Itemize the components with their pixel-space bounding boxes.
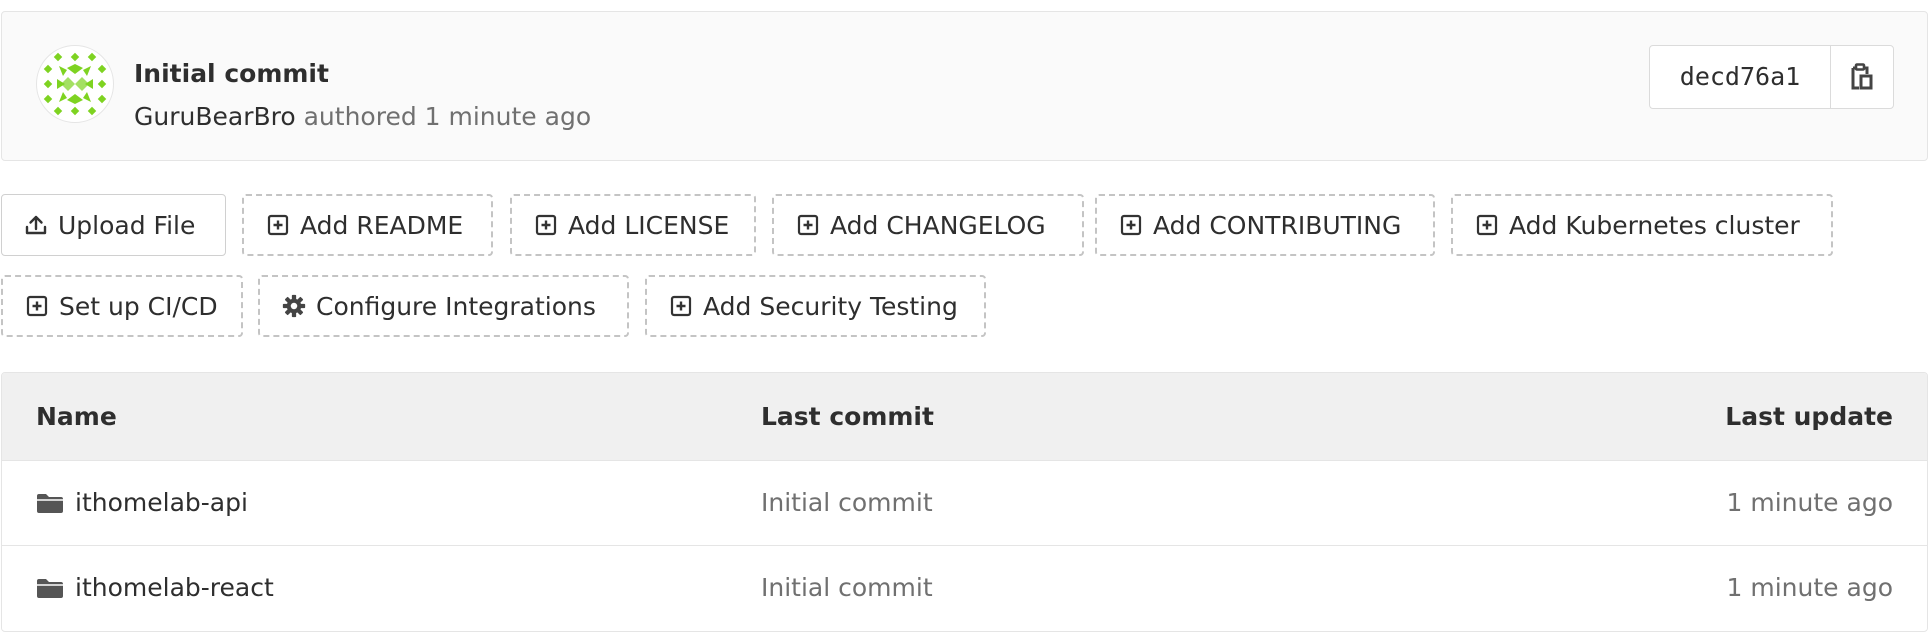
commit-title-link[interactable]: Initial commit [134, 59, 329, 88]
plus-square-icon [1119, 213, 1143, 237]
clipboard-icon [1851, 63, 1873, 90]
header-last-update: Last update [1725, 402, 1893, 431]
add-kubernetes-cluster-button[interactable]: Add Kubernetes cluster [1451, 194, 1833, 256]
gear-icon [282, 294, 306, 318]
file-tree-table: Name Last commit Last update ithomelab-a… [1, 372, 1928, 632]
last-commit-link[interactable]: Initial commit [761, 461, 933, 545]
upload-icon [24, 213, 48, 237]
add-changelog-button[interactable]: Add CHANGELOG [772, 194, 1084, 256]
table-row[interactable]: ithomelab-react Initial commit 1 minute … [2, 546, 1927, 630]
commit-meta: GuruBearBro authored 1 minute ago [134, 102, 591, 131]
author-avatar[interactable] [36, 45, 114, 123]
last-commit-link[interactable]: Initial commit [761, 546, 933, 630]
header-name: Name [36, 402, 117, 431]
add-license-label: Add LICENSE [568, 210, 730, 240]
setup-cicd-button[interactable]: Set up CI/CD [1, 275, 243, 337]
folder-icon [36, 577, 64, 599]
identicon-icon [43, 52, 107, 116]
table-row[interactable]: ithomelab-api Initial commit 1 minute ag… [2, 461, 1927, 546]
add-contributing-label: Add CONTRIBUTING [1153, 210, 1402, 240]
setup-cicd-label: Set up CI/CD [59, 291, 218, 321]
add-security-testing-button[interactable]: Add Security Testing [645, 275, 986, 337]
folder-icon [36, 492, 64, 514]
commit-sha-label[interactable]: decd76a1 [1650, 46, 1831, 108]
header-last-commit: Last commit [761, 402, 934, 431]
commit-time: 1 minute ago [424, 102, 592, 131]
add-license-button[interactable]: Add LICENSE [510, 194, 756, 256]
plus-square-icon [796, 213, 820, 237]
plus-square-icon [669, 294, 693, 318]
add-kubernetes-cluster-label: Add Kubernetes cluster [1509, 210, 1800, 240]
file-name-cell[interactable]: ithomelab-react [36, 546, 274, 630]
plus-square-icon [534, 213, 558, 237]
file-name-link[interactable]: ithomelab-react [75, 546, 274, 630]
plus-square-icon [266, 213, 290, 237]
last-update-time: 1 minute ago [1726, 573, 1893, 602]
table-header: Name Last commit Last update [2, 373, 1927, 461]
authored-label: authored [303, 102, 417, 131]
file-name-cell[interactable]: ithomelab-api [36, 461, 248, 545]
commit-sha-group: decd76a1 [1649, 45, 1894, 109]
configure-integrations-label: Configure Integrations [316, 291, 596, 321]
add-changelog-label: Add CHANGELOG [830, 210, 1046, 240]
file-name-link[interactable]: ithomelab-api [75, 461, 248, 545]
upload-file-button[interactable]: Upload File [1, 194, 226, 256]
plus-square-icon [25, 294, 49, 318]
add-readme-button[interactable]: Add README [242, 194, 493, 256]
add-security-testing-label: Add Security Testing [703, 291, 958, 321]
add-contributing-button[interactable]: Add CONTRIBUTING [1095, 194, 1435, 256]
upload-file-label: Upload File [58, 210, 196, 240]
last-commit-panel: Initial commit GuruBearBro authored 1 mi… [1, 11, 1928, 161]
last-update-time: 1 minute ago [1726, 488, 1893, 517]
commit-author-link[interactable]: GuruBearBro [134, 102, 296, 131]
plus-square-icon [1475, 213, 1499, 237]
configure-integrations-button[interactable]: Configure Integrations [258, 275, 629, 337]
copy-sha-button[interactable] [1831, 46, 1893, 108]
add-readme-label: Add README [300, 210, 464, 240]
